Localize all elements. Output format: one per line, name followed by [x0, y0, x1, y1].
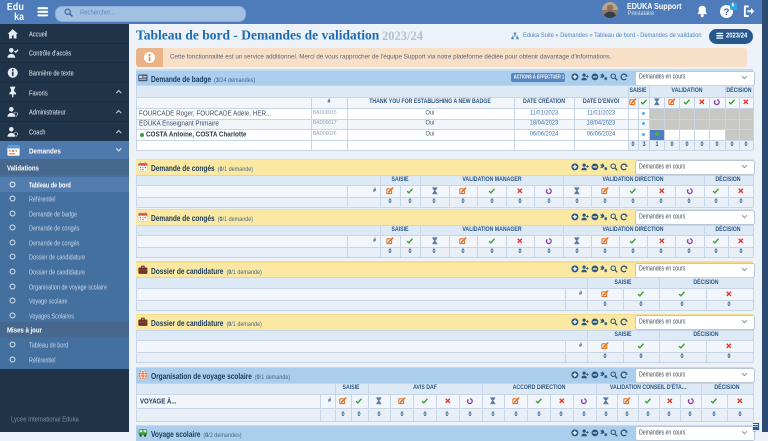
svg-text:?: ? — [723, 7, 729, 18]
